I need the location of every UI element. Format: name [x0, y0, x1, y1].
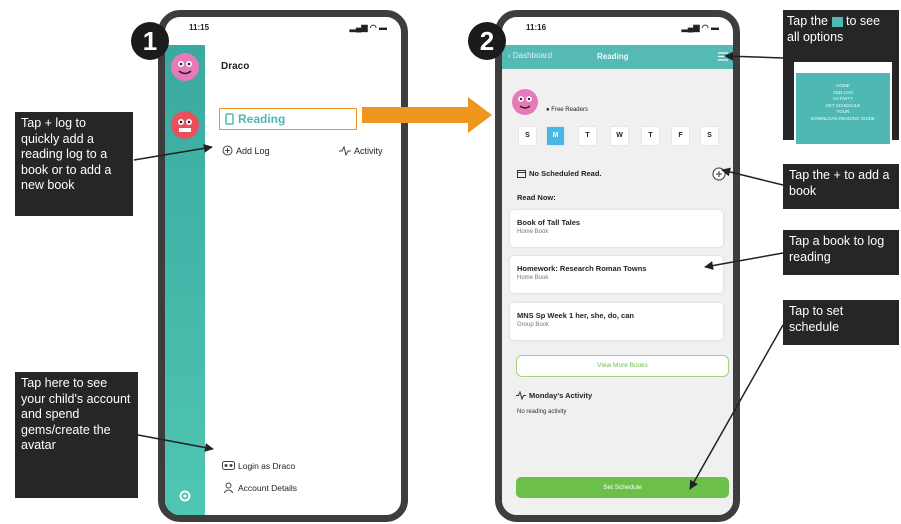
arrow-add-log	[133, 143, 213, 161]
arrow-set-schedule	[689, 324, 784, 490]
arrow-add-book	[721, 167, 784, 186]
arrow-options	[724, 51, 784, 61]
arrow-log-reading	[704, 252, 784, 270]
arrow-account	[137, 434, 214, 452]
orange-arrow	[362, 97, 492, 133]
annotation-arrows	[133, 51, 784, 490]
